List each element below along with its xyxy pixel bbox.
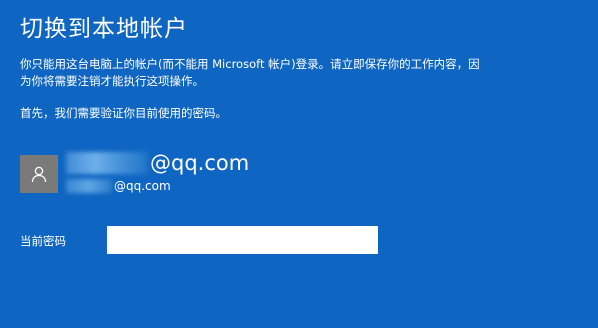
page-title: 切换到本地帐户 <box>20 16 188 42</box>
redacted-email-prefix <box>66 179 112 193</box>
account-name-row: @qq.com <box>66 150 249 176</box>
description-line-2: 为你将需要注销才能执行这项操作。 <box>20 74 204 88</box>
account-display-name: @qq.com <box>150 151 250 175</box>
account-email-row: @qq.com <box>66 177 171 195</box>
verify-intro-text: 首先，我们需要验证你目前使用的密码。 <box>20 106 227 120</box>
account-avatar <box>20 155 58 193</box>
description-line-1: 你只能用这台电脑上的帐户(而不能用 Microsoft 帐户)登录。请立即保存你… <box>20 57 480 71</box>
description: 你只能用这台电脑上的帐户(而不能用 Microsoft 帐户)登录。请立即保存你… <box>20 56 580 90</box>
current-password-input[interactable] <box>107 226 378 254</box>
user-icon <box>31 166 47 183</box>
redacted-username <box>66 152 148 174</box>
account-email: @qq.com <box>114 179 171 193</box>
current-password-label: 当前密码 <box>20 234 66 248</box>
